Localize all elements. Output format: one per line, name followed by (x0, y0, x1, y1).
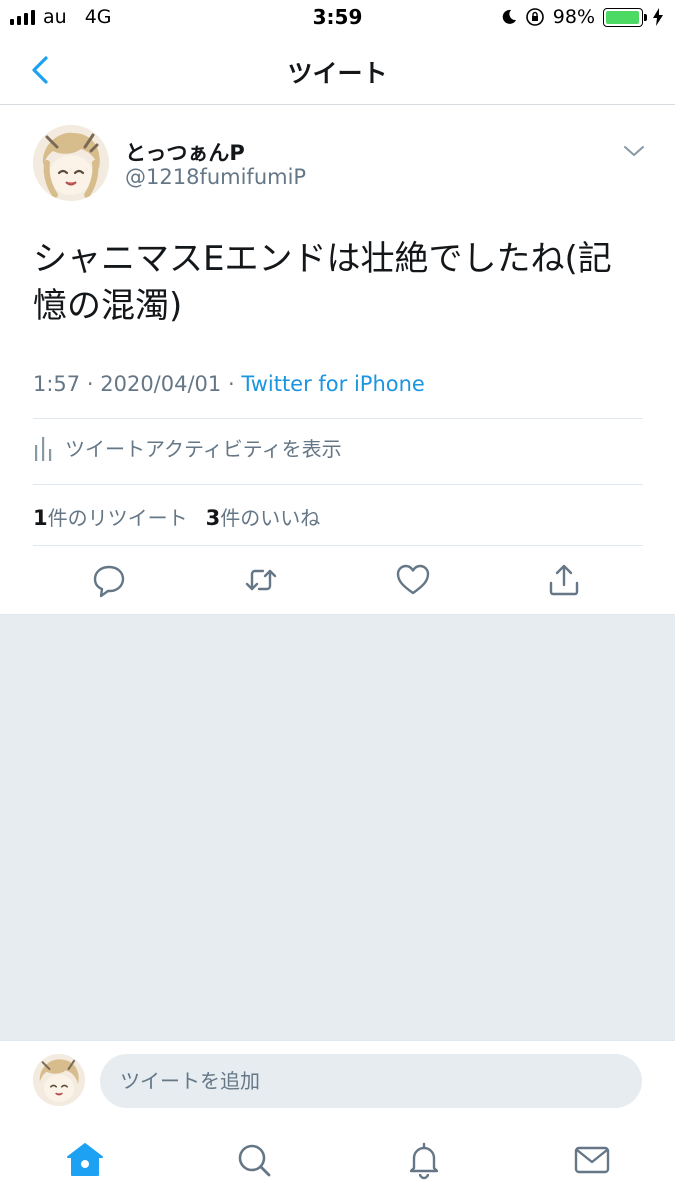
reply-composer: ツイートを追加 (0, 1040, 675, 1120)
home-icon[interactable] (65, 1140, 105, 1180)
tweet-activity-link[interactable]: ツイートアクティビティを表示 (33, 433, 342, 462)
battery-icon (603, 7, 647, 27)
avatar-image (33, 1054, 85, 1106)
avatar[interactable] (33, 1054, 85, 1106)
retweet-stat[interactable]: 1件のリツイート (33, 502, 188, 531)
tweet-detail-screen: au 4G 3:59 98% ツイート とっつぁんP @1218fumifumi… (0, 0, 675, 1200)
like-stat[interactable]: 3件のいいね (206, 502, 321, 531)
tab-bar (0, 1120, 675, 1200)
like-count: 3 (205, 506, 221, 530)
battery-fill (606, 10, 640, 24)
divider (33, 545, 643, 546)
display-name[interactable]: とっつぁんP (125, 137, 245, 167)
notifications-icon[interactable] (404, 1140, 444, 1180)
status-right: 98% (501, 6, 663, 28)
messages-icon[interactable] (572, 1140, 612, 1180)
charging-icon (653, 8, 663, 26)
retweet-icon[interactable] (243, 562, 279, 598)
orientation-lock-icon (525, 8, 544, 26)
search-icon[interactable] (234, 1140, 274, 1180)
battery-percent: 98% (552, 6, 595, 28)
replies-area (0, 614, 675, 1040)
like-label: 件のいいね (220, 506, 321, 530)
page-title: ツイート (287, 59, 388, 88)
tweet-time: 1:57 (33, 372, 81, 396)
meta-separator: · (86, 372, 94, 396)
divider (33, 418, 643, 419)
retweet-label: 件のリツイート (47, 506, 188, 530)
tweet-date: 2020/04/01 (100, 372, 222, 396)
tweet-meta: 1:57 · 2020/04/01 · Twitter for iPhone (33, 372, 425, 396)
tweet-source-link[interactable]: Twitter for iPhone (241, 372, 425, 396)
divider (33, 484, 643, 485)
status-bar: au 4G 3:59 98% (0, 0, 675, 36)
reply-input[interactable]: ツイートを追加 (100, 1054, 642, 1108)
avatar[interactable] (33, 125, 109, 201)
user-handle[interactable]: @1218fumifumiP (125, 165, 306, 189)
tweet-stats: 1件のリツイート 3件のいいね (33, 502, 320, 531)
meta-separator: · (227, 372, 235, 396)
reply-icon[interactable] (91, 562, 127, 598)
share-icon[interactable] (546, 562, 582, 598)
retweet-count: 1 (33, 506, 48, 530)
activity-label: ツイートアクティビティを表示 (65, 437, 342, 461)
moon-icon (502, 9, 516, 24)
nav-bar: ツイート (0, 36, 675, 105)
tweet-text: シャニマスEエンドは壮絶でしたね(記憶の混濁) (33, 239, 612, 326)
like-icon[interactable] (395, 562, 431, 598)
chevron-down-icon[interactable] (620, 140, 648, 162)
avatar-image (33, 125, 109, 201)
analytics-icon (35, 436, 52, 461)
